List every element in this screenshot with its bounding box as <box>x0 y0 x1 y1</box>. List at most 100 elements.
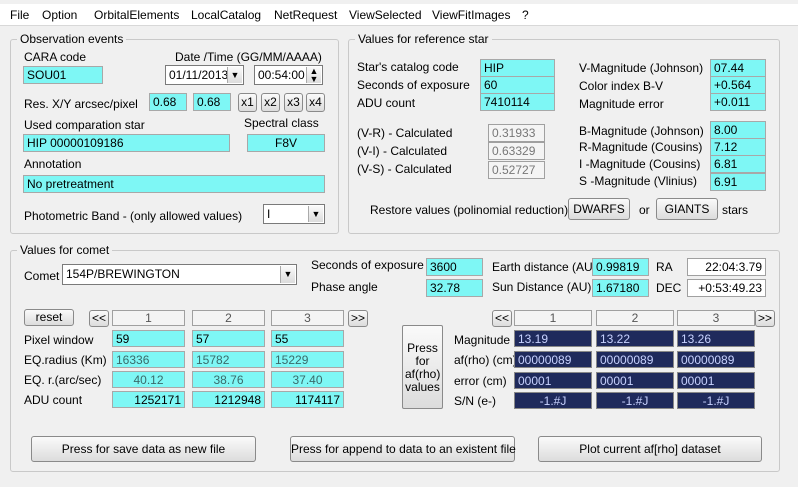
sn-2: -1.#J <box>596 392 674 409</box>
date-picker[interactable]: 01/11/2013 ▼ <box>165 65 244 85</box>
earth-distance-field[interactable]: 0.99819 <box>592 258 649 276</box>
giants-button[interactable]: GIANTS <box>656 198 718 220</box>
right-column-header-3: 3 <box>677 310 755 326</box>
adu-count-2[interactable]: 1212948 <box>192 391 265 408</box>
row-label-error: error (cm) <box>454 374 507 388</box>
s-magnitude-field[interactable]: 6.91 <box>710 173 766 191</box>
comet-select[interactable]: 154P/BREWINGTON ▼ <box>62 264 297 285</box>
save-new-file-button[interactable]: Press for save data as new file <box>31 436 256 462</box>
adu-count-3[interactable]: 1174117 <box>271 391 344 408</box>
plot-afrho-button[interactable]: Plot current af[rho] dataset <box>538 436 762 462</box>
time-field[interactable]: 00:54:00 ▲ ▼ <box>254 65 323 85</box>
ref-exposure-field[interactable]: 60 <box>480 76 555 94</box>
next-columns-button-right[interactable]: >> <box>755 310 775 327</box>
eq-radius-km-1: 16336 <box>112 351 185 368</box>
row-label-magnitude: Magnitude <box>454 333 511 347</box>
menu-help[interactable]: ? <box>522 8 529 22</box>
spectral-class-field[interactable]: F8V <box>247 134 325 152</box>
adu-count-1[interactable]: 1252171 <box>112 391 185 408</box>
phase-angle-field[interactable]: 32.78 <box>426 279 483 297</box>
ra-label: RA <box>656 260 673 274</box>
menu-file[interactable]: File <box>10 8 29 22</box>
magnitude-error-field[interactable]: +0.011 <box>710 93 766 111</box>
sun-distance-label: Sun Distance (AU) <box>492 280 592 294</box>
pixel-window-1[interactable]: 59 <box>112 330 185 347</box>
menu-option[interactable]: Option <box>42 8 77 22</box>
pixel-window-3[interactable]: 55 <box>271 330 344 347</box>
vi-field: 0.63329 <box>488 142 545 160</box>
photometric-band-value: I <box>267 207 271 221</box>
zoom-x3-button[interactable]: x3 <box>284 93 303 112</box>
res-y-field[interactable]: 0.68 <box>193 93 231 111</box>
press-afrho-button[interactable]: Press for af(rho) values <box>402 325 443 409</box>
error-1: 00001 <box>514 372 592 389</box>
s-magnitude-label: S -Magnitude (Vlinius) <box>579 174 698 188</box>
menu-local-catalog[interactable]: LocalCatalog <box>191 8 261 22</box>
right-column-header-1: 1 <box>514 310 592 326</box>
row-label-eq-radius-arcsec: EQ. r.(arc/sec) <box>24 373 102 387</box>
annotation-label: Annotation <box>24 157 82 171</box>
res-x-field[interactable]: 0.68 <box>149 93 187 111</box>
cara-code-field[interactable]: SOU01 <box>23 66 103 84</box>
column-header-3: 3 <box>271 310 344 326</box>
zoom-x1-button[interactable]: x1 <box>238 93 257 112</box>
error-3: 00001 <box>677 372 755 389</box>
main-window: File Option OrbitalElements LocalCatalog… <box>0 0 798 487</box>
prev-columns-button[interactable]: << <box>89 310 109 327</box>
column-header-1: 1 <box>112 310 185 326</box>
b-magnitude-field[interactable]: 8.00 <box>710 121 766 139</box>
prev-columns-button-right[interactable]: << <box>492 310 512 327</box>
menu-orbital-elements[interactable]: OrbitalElements <box>94 8 179 22</box>
i-magnitude-field[interactable]: 6.81 <box>710 155 766 173</box>
row-label-afrho: af(rho) (cm) <box>454 353 517 367</box>
chevron-down-icon[interactable]: ▼ <box>280 266 295 283</box>
append-file-button[interactable]: Press for append to data to an existent … <box>290 436 516 462</box>
sn-1: -1.#J <box>514 392 592 409</box>
photometric-band-label: Photometric Band - (only allowed values) <box>24 209 243 223</box>
color-index-field[interactable]: +0.564 <box>710 76 766 94</box>
comet-label: Comet <box>24 269 60 283</box>
chevron-down-icon[interactable]: ▼ <box>308 206 323 222</box>
cara-code-label: CARA code <box>24 50 87 64</box>
dec-field: +0:53:49.23 <box>687 279 766 297</box>
dec-label: DEC <box>656 281 682 295</box>
eq-radius-arcsec-3: 37.40 <box>271 371 344 388</box>
eq-radius-km-3: 15229 <box>271 351 344 368</box>
comp-star-field[interactable]: HIP 00000109186 <box>23 134 230 152</box>
menu-bar: File Option OrbitalElements LocalCatalog… <box>0 4 798 26</box>
vs-field: 0.52727 <box>488 161 545 179</box>
spin-arrows-icon[interactable]: ▲ ▼ <box>306 67 321 84</box>
vr-field: 0.31933 <box>488 124 545 142</box>
r-magnitude-label: R-Magnitude (Cousins) <box>579 140 703 154</box>
menu-view-selected[interactable]: ViewSelected <box>349 8 422 22</box>
r-magnitude-field[interactable]: 7.12 <box>710 138 766 156</box>
magnitude-error-label: Magnitude error <box>579 97 664 111</box>
datetime-label: Date /Time (GG/MM/AAAA) <box>175 50 322 64</box>
magnitude-1: 13.19 <box>514 330 592 347</box>
next-columns-button[interactable]: >> <box>348 310 368 327</box>
menu-net-request[interactable]: NetRequest <box>274 8 337 22</box>
column-header-2: 2 <box>192 310 265 326</box>
vi-label: (V-I) - Calculated <box>357 144 448 158</box>
res-label: Res. X/Y arcsec/pixel <box>24 97 138 111</box>
catalog-code-field[interactable]: HIP <box>480 59 555 77</box>
dwarfs-button[interactable]: DWARFS <box>568 198 630 220</box>
i-magnitude-label: I -Magnitude (Cousins) <box>579 157 701 171</box>
press-afrho-label: Press for af(rho) values <box>405 341 441 394</box>
pixel-window-2[interactable]: 57 <box>192 330 265 347</box>
chevron-down-icon[interactable]: ▼ <box>227 67 242 83</box>
v-magnitude-field[interactable]: 07.44 <box>710 59 766 77</box>
sn-3: -1.#J <box>677 392 755 409</box>
earth-distance-label: Earth distance (AU) <box>492 260 597 274</box>
ref-adu-field[interactable]: 7410114 <box>480 93 555 111</box>
photometric-band-select[interactable]: I ▼ <box>263 204 325 224</box>
menu-view-fit-images[interactable]: ViewFitImages <box>432 8 510 22</box>
comet-exposure-field[interactable]: 3600 <box>426 258 483 276</box>
error-2: 00001 <box>596 372 674 389</box>
zoom-x2-button[interactable]: x2 <box>261 93 280 112</box>
reference-star-title: Values for reference star <box>355 32 492 46</box>
zoom-x4-button[interactable]: x4 <box>306 93 325 112</box>
reset-button[interactable]: reset <box>24 309 74 326</box>
sun-distance-field[interactable]: 1.67180 <box>592 279 649 297</box>
annotation-field[interactable]: No pretreatment <box>23 175 325 193</box>
